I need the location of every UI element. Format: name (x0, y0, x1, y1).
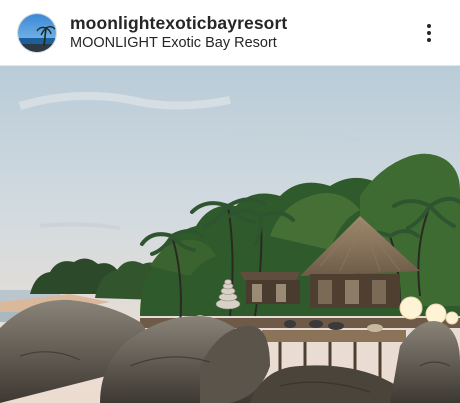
more-options-button[interactable] (418, 20, 440, 46)
location-label[interactable]: MOONLIGHT Exotic Bay Resort (70, 35, 277, 51)
more-options-vertical-dots-icon (427, 24, 431, 28)
post-photo[interactable] (0, 66, 460, 403)
post-header: moonlightexoticbayresort MOONLIGHT Exoti… (0, 0, 460, 66)
avatar[interactable] (17, 13, 57, 53)
profile-avatar-beach-icon (18, 14, 56, 52)
username[interactable]: moonlightexoticbayresort (70, 13, 287, 34)
